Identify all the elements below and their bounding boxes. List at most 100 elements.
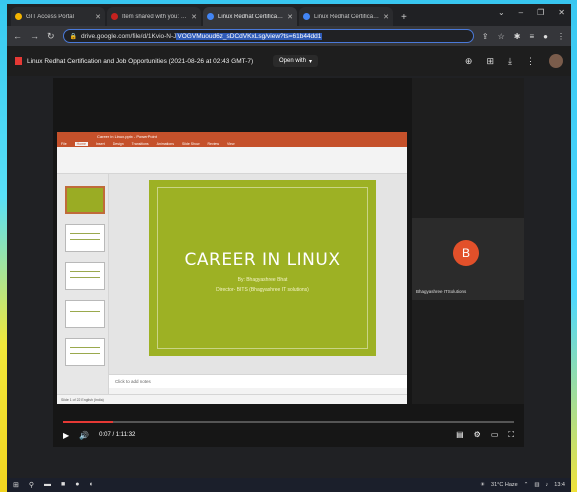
tab-linux-redhat-2[interactable]: Linux Redhat Certification and Jo ✕ xyxy=(299,7,393,26)
download-icon[interactable]: ⤓ xyxy=(508,56,512,67)
minimize-icon[interactable]: – xyxy=(519,8,523,17)
tab-favicon xyxy=(207,13,214,20)
weather-icon: ☀ xyxy=(480,482,486,488)
ppt-menu: File Home Insert Design Transitions Anim… xyxy=(57,140,407,147)
ppt-menu-item: Home xyxy=(74,141,88,146)
ppt-menu-item: Animations xyxy=(156,141,174,146)
time-display: 0:07 / 1:11:32 xyxy=(99,432,136,438)
tab-git-access-portal[interactable]: GIT Access Portal ✕ xyxy=(11,7,105,26)
weather-text: 31°C Haze xyxy=(491,482,518,488)
ppt-menu-item: Slide Show xyxy=(181,141,200,146)
viewer-header: Linux Redhat Certification and Job Oppor… xyxy=(7,46,571,76)
play-icon[interactable]: ▶ xyxy=(63,431,69,440)
fullscreen-icon[interactable]: ⛶ xyxy=(508,430,514,440)
windows-start-icon[interactable]: ⊞ xyxy=(13,481,19,489)
file-explorer-icon[interactable]: ▬ xyxy=(44,481,51,489)
edge-icon[interactable]: ◐ xyxy=(89,481,93,489)
share-icon[interactable]: ⇪ xyxy=(482,32,489,41)
close-icon[interactable]: ✕ xyxy=(287,13,293,21)
wallpaper-left xyxy=(0,0,7,492)
ppt-menu-item: View xyxy=(226,141,235,146)
volume-tray-icon[interactable]: ♪ xyxy=(546,482,549,488)
tab-linux-redhat-active[interactable]: Linux Redhat Certification and Jo ✕ xyxy=(203,7,297,26)
tab-search-icon[interactable]: ⌄ xyxy=(498,8,505,17)
forward-icon[interactable]: → xyxy=(30,31,39,41)
toolbar-icons: ⇪ ☆ ✱ ≡ ● ⋮ xyxy=(482,32,565,41)
reading-list-icon[interactable]: ≡ xyxy=(529,32,534,41)
ppt-menu-item: File xyxy=(61,141,67,146)
address-row: ← → ↻ 🔒 drive.google.com/file/d/1Kvio-N-… xyxy=(7,26,571,46)
slide-thumbnail xyxy=(65,338,105,366)
close-icon[interactable]: ✕ xyxy=(383,13,389,21)
tab-title: Linux Redhat Certification and Jo xyxy=(314,13,381,20)
player-controls: ▶ 🔊 0:07 / 1:11:32 ▤ ⚙ ▭ ⛶ xyxy=(63,428,514,442)
url-prefix: drive.google.com/file/d/1Kvio-N-J xyxy=(81,32,177,40)
ppt-menu-item: Insert xyxy=(95,141,105,146)
slide-title: CAREER IN LINUX xyxy=(184,250,341,270)
slide-thumbnail xyxy=(65,300,105,328)
window-controls: ⌄ – ❐ ✕ xyxy=(498,8,565,17)
slide-canvas: CAREER IN LINUX By: Bhagyashree Bhat Dir… xyxy=(109,174,407,374)
url-selected: VOGVMuoud6z_sDCdVKxLsg/view?ts=61b44dd1 xyxy=(176,32,323,40)
ppt-statusbar: Slide 1 of 22 English (India) xyxy=(57,394,407,404)
video-file-icon xyxy=(15,57,22,65)
profile-icon[interactable]: ● xyxy=(543,32,548,41)
tab-favicon xyxy=(111,13,118,20)
back-icon[interactable]: ← xyxy=(13,31,22,41)
file-title: Linux Redhat Certification and Job Oppor… xyxy=(27,57,254,65)
search-icon[interactable]: ⚲ xyxy=(29,481,34,489)
ppt-menu-item: Design xyxy=(112,141,124,146)
network-icon[interactable]: ▥ xyxy=(534,482,539,488)
address-bar[interactable]: 🔒 drive.google.com/file/d/1Kvio-N-J VOGVM… xyxy=(62,29,474,43)
close-icon[interactable]: ✕ xyxy=(95,13,101,21)
chevron-down-icon: ▾ xyxy=(309,58,313,65)
slide-thumbnail xyxy=(65,224,105,252)
avatar[interactable] xyxy=(549,54,563,68)
slide-byline: By: Bhagyashree Bhat xyxy=(237,277,288,283)
participant-panel: B Bhagyashree ITSolutions xyxy=(412,78,524,404)
slide: CAREER IN LINUX By: Bhagyashree Bhat Dir… xyxy=(149,180,376,356)
volume-icon[interactable]: 🔊 xyxy=(79,431,89,440)
player-right-controls: ▤ ⚙ ▭ ⛶ xyxy=(456,430,514,440)
slide-thumbnail xyxy=(65,186,105,214)
participant-avatar: B xyxy=(453,240,479,266)
participant-name: Bhagyashree ITSolutions xyxy=(416,289,467,294)
add-shortcut-icon[interactable]: ⊕ xyxy=(465,56,473,67)
tab-strip: GIT Access Portal ✕ Item shared with you… xyxy=(7,4,571,26)
star-icon[interactable]: ☆ xyxy=(498,32,505,41)
settings-icon[interactable]: ⚙ xyxy=(474,430,481,440)
video-player[interactable]: Career in Linux.pptx - PowerPoint File H… xyxy=(53,78,524,447)
chrome-icon[interactable]: ● xyxy=(75,481,79,489)
clock: 13:4 xyxy=(554,482,565,488)
captions-icon[interactable]: ▤ xyxy=(456,430,464,440)
open-with-label: Open with xyxy=(279,58,307,64)
menu-icon[interactable]: ⋮ xyxy=(557,32,565,41)
slide-thumbnail xyxy=(65,262,105,290)
close-window-icon[interactable]: ✕ xyxy=(558,8,565,17)
reload-icon[interactable]: ↻ xyxy=(47,31,55,42)
progress-bar[interactable] xyxy=(63,421,514,423)
tab-favicon xyxy=(15,13,22,20)
maximize-icon[interactable]: ❐ xyxy=(537,8,544,17)
participant-tile: B Bhagyashree ITSolutions xyxy=(412,218,524,300)
progress-fill xyxy=(63,421,113,423)
ppt-menu-item: Review xyxy=(207,141,219,146)
extension-icon[interactable]: ✱ xyxy=(514,32,521,41)
store-icon[interactable]: ■ xyxy=(61,481,65,489)
add-comment-icon[interactable]: ⊞ xyxy=(486,56,494,67)
ppt-titlebar: Career in Linux.pptx - PowerPoint xyxy=(57,132,407,140)
open-with-button[interactable]: Open with ▾ xyxy=(273,55,319,67)
slide-director: Director- BITS (Bhagyashree IT solutions… xyxy=(216,287,309,293)
theater-icon[interactable]: ▭ xyxy=(491,430,499,440)
tab-title: Item shared with you: "Linux Red xyxy=(122,13,188,20)
system-tray: ☀ 31°C Haze ⌃ ▥ ♪ 13:4 xyxy=(480,482,565,488)
new-tab-button[interactable]: + xyxy=(395,12,413,26)
ppt-menu-item: Transitions xyxy=(131,141,149,146)
tray-up-icon[interactable]: ⌃ xyxy=(524,482,529,488)
tab-item-shared[interactable]: Item shared with you: "Linux Red ✕ xyxy=(107,7,201,26)
more-options-icon[interactable]: ⋮ xyxy=(526,56,535,67)
wallpaper-right xyxy=(571,0,577,492)
close-icon[interactable]: ✕ xyxy=(191,13,197,21)
tab-title: Linux Redhat Certification and Jo xyxy=(218,13,285,20)
notes-pane: Click to add notes xyxy=(109,374,407,388)
